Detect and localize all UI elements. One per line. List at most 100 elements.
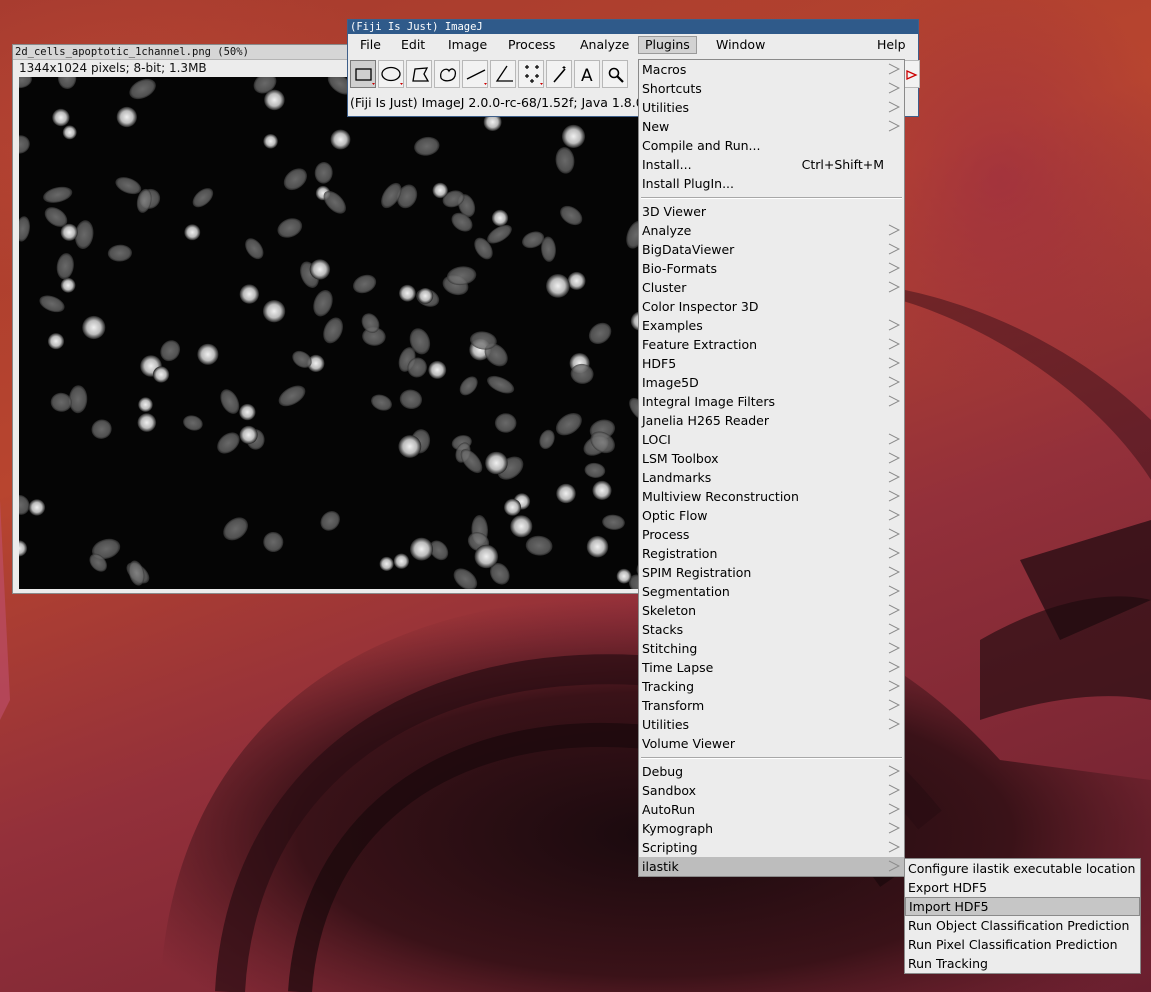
menu-item-shortcuts[interactable]: Shortcuts [639,79,904,98]
menu-edit[interactable]: Edit [395,36,431,54]
menu-item-cluster[interactable]: Cluster [639,278,904,297]
menu-item-optic-flow[interactable]: Optic Flow [639,506,904,525]
menu-item-debug[interactable]: Debug [639,762,904,781]
menu-item-volume-viewer[interactable]: Volume Viewer [639,734,904,753]
line-icon [466,69,487,85]
menu-item-label: Install PlugIn... [642,176,734,191]
submenu-arrow-icon [888,528,900,540]
ilastik-item-export-hdf5[interactable]: Export HDF5 [905,878,1140,897]
menu-item-label: Sandbox [642,783,697,798]
menu-item-image5d[interactable]: Image5D [639,373,904,392]
menu-item-examples[interactable]: Examples [639,316,904,335]
submenu-arrow-icon [888,357,900,369]
menu-item-feature-extraction[interactable]: Feature Extraction [639,335,904,354]
submenu-arrow-icon [888,490,900,502]
menu-file[interactable]: File [354,36,387,54]
menu-item-skeleton[interactable]: Skeleton [639,601,904,620]
oval-tool[interactable] [378,60,404,88]
menu-item-label: Debug [642,764,684,779]
rectangle-tool[interactable] [350,60,376,88]
point-tool[interactable] [518,60,544,88]
menu-process[interactable]: Process [502,36,561,54]
menu-item-utilities[interactable]: Utilities [639,715,904,734]
line-tool[interactable] [462,60,488,88]
zoom-tool[interactable] [602,60,628,88]
submenu-arrow-icon [888,509,900,521]
menu-item-label: Analyze [642,223,692,238]
text-icon: A [581,66,593,86]
submenu-arrow-icon [888,784,900,796]
menu-item-label: Integral Image Filters [642,394,775,409]
menu-image[interactable]: Image [442,36,493,54]
menu-item-kymograph[interactable]: Kymograph [639,819,904,838]
menu-item-tracking[interactable]: Tracking [639,677,904,696]
submenu-arrow-icon [888,547,900,559]
submenu-arrow-icon [888,822,900,834]
menu-item-hdf5[interactable]: HDF5 [639,354,904,373]
wand-tool[interactable] [546,60,572,88]
menu-item-compile-and-run[interactable]: Compile and Run... [639,136,904,155]
angle-tool[interactable] [490,60,516,88]
ilastik-item-import-hdf5[interactable]: Import HDF5 [905,897,1140,916]
menu-item-scripting[interactable]: Scripting [639,838,904,857]
menu-item-lsm-toolbox[interactable]: LSM Toolbox [639,449,904,468]
menu-item-process[interactable]: Process [639,525,904,544]
menu-item-registration[interactable]: Registration [639,544,904,563]
text-tool[interactable]: A [574,60,600,88]
menu-item-analyze[interactable]: Analyze [639,221,904,240]
imagej-window-title[interactable]: (Fiji Is Just) ImageJ [348,20,918,34]
angle-icon [495,65,513,82]
menu-item-multiview-reconstruction[interactable]: Multiview Reconstruction [639,487,904,506]
menu-window[interactable]: Window [710,36,771,54]
submenu-arrow-icon [888,262,900,274]
ilastik-item-run-tracking[interactable]: Run Tracking [905,954,1140,973]
menu-item-label: Landmarks [642,470,712,485]
menu-item-ilastik[interactable]: ilastik [639,857,904,876]
menu-item-label: Shortcuts [642,81,702,96]
menu-item-3d-viewer[interactable]: 3D Viewer [639,202,904,221]
menu-item-label: Scripting [642,840,698,855]
menu-item-label: Utilities [642,717,690,732]
menu-item-transform[interactable]: Transform [639,696,904,715]
menu-item-bio-formats[interactable]: Bio-Formats [639,259,904,278]
ilastik-item-run-object-classification-prediction[interactable]: Run Object Classification Prediction [905,916,1140,935]
menu-item-color-inspector-3d[interactable]: Color Inspector 3D [639,297,904,316]
menu-analyze[interactable]: Analyze [574,36,635,54]
menu-item-loci[interactable]: LOCI [639,430,904,449]
menu-item-time-lapse[interactable]: Time Lapse [639,658,904,677]
submenu-arrow-icon [888,642,900,654]
menu-item-integral-image-filters[interactable]: Integral Image Filters [639,392,904,411]
submenu-arrow-icon [888,566,900,578]
menu-item-label: Volume Viewer [642,736,735,751]
freehand-tool[interactable] [434,60,460,88]
polygon-tool[interactable] [406,60,432,88]
menu-item-stitching[interactable]: Stitching [639,639,904,658]
menu-item-landmarks[interactable]: Landmarks [639,468,904,487]
ilastik-item-configure-ilastik-executable-location[interactable]: Configure ilastik executable location [905,859,1140,878]
submenu-arrow-icon [888,319,900,331]
menu-item-macros[interactable]: Macros [639,60,904,79]
menu-plugins[interactable]: Plugins [638,36,697,54]
image-canvas[interactable] [19,77,651,589]
freehand-icon [440,68,457,82]
menu-item-autorun[interactable]: AutoRun [639,800,904,819]
submenu-arrow-icon [888,224,900,236]
submenu-arrow-icon [888,623,900,635]
menu-item-label: Optic Flow [642,508,708,523]
menu-item-bigdataviewer[interactable]: BigDataViewer [639,240,904,259]
menu-item-segmentation[interactable]: Segmentation [639,582,904,601]
svg-text:A: A [581,66,593,86]
menu-item-install-plugin[interactable]: Install PlugIn... [639,174,904,193]
menu-item-sandbox[interactable]: Sandbox [639,781,904,800]
ilastik-item-run-pixel-classification-prediction[interactable]: Run Pixel Classification Prediction [905,935,1140,954]
menu-help[interactable]: Help [871,36,912,54]
menu-item-label: LOCI [642,432,671,447]
image-window[interactable]: 2d_cells_apoptotic_1channel.png (50%) 13… [12,44,652,594]
menu-item-janelia-h265-reader[interactable]: Janelia H265 Reader [639,411,904,430]
menu-item-spim-registration[interactable]: SPIM Registration [639,563,904,582]
menu-item-utilities[interactable]: Utilities [639,98,904,117]
menu-item-install[interactable]: Install... Ctrl+Shift+M [639,155,904,174]
menu-item-label: LSM Toolbox [642,451,719,466]
menu-item-stacks[interactable]: Stacks [639,620,904,639]
menu-item-new[interactable]: New [639,117,904,136]
